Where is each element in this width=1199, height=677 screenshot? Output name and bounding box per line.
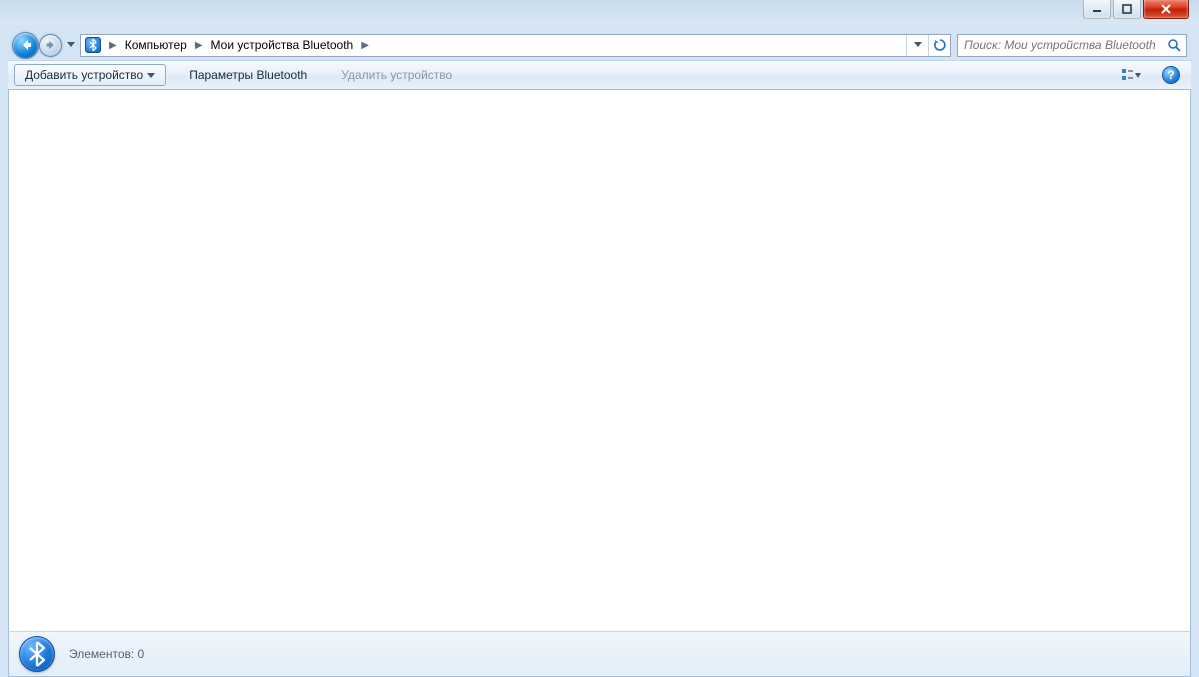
help-button[interactable]: ? — [1157, 64, 1185, 86]
search-input[interactable] — [958, 35, 1162, 56]
items-label: Элементов: — [69, 647, 134, 661]
add-device-button[interactable]: Добавить устройство — [14, 64, 166, 86]
items-count: 0 — [138, 647, 145, 661]
content-area[interactable] — [8, 90, 1191, 631]
bluetooth-settings-button[interactable]: Параметры Bluetooth — [178, 64, 318, 86]
add-device-label: Добавить устройство — [25, 68, 143, 82]
details-pane: Элементов: 0 — [8, 631, 1191, 677]
bluetooth-icon — [19, 636, 55, 672]
items-count-text: Элементов: 0 — [69, 647, 144, 661]
breadcrumb-computer[interactable]: Компьютер — [121, 35, 191, 56]
breadcrumb-current[interactable]: Мои устройства Bluetooth — [207, 35, 358, 56]
navigation-row: ▶ Компьютер ▶ Мои устройства Bluetooth ▶ — [8, 30, 1191, 60]
search-box[interactable] — [957, 34, 1187, 57]
recent-pages-dropdown[interactable] — [64, 36, 78, 54]
bluetooth-settings-label: Параметры Bluetooth — [189, 68, 307, 82]
chevron-right-icon[interactable]: ▶ — [191, 40, 207, 51]
maximize-button[interactable] — [1113, 0, 1141, 19]
titlebar[interactable] — [8, 0, 1191, 30]
chevron-down-icon — [147, 73, 155, 78]
view-options-button[interactable] — [1117, 64, 1145, 86]
refresh-button[interactable] — [928, 35, 950, 56]
back-button[interactable] — [12, 32, 39, 59]
chevron-right-icon[interactable]: ▶ — [357, 40, 373, 51]
bluetooth-icon — [83, 35, 103, 55]
address-history-dropdown[interactable] — [906, 35, 928, 56]
chevron-right-icon[interactable]: ▶ — [105, 40, 121, 51]
forward-button[interactable] — [39, 34, 62, 57]
minimize-button[interactable] — [1083, 0, 1111, 19]
search-icon[interactable] — [1162, 38, 1186, 52]
close-button[interactable] — [1143, 0, 1189, 19]
remove-device-label: Удалить устройство — [341, 68, 452, 82]
explorer-window: ▶ Компьютер ▶ Мои устройства Bluetooth ▶… — [8, 0, 1191, 677]
help-icon: ? — [1162, 66, 1180, 84]
remove-device-button: Удалить устройство — [330, 64, 463, 86]
toolbar: Добавить устройство Параметры Bluetooth … — [8, 60, 1191, 90]
address-bar[interactable]: ▶ Компьютер ▶ Мои устройства Bluetooth ▶ — [80, 34, 951, 57]
